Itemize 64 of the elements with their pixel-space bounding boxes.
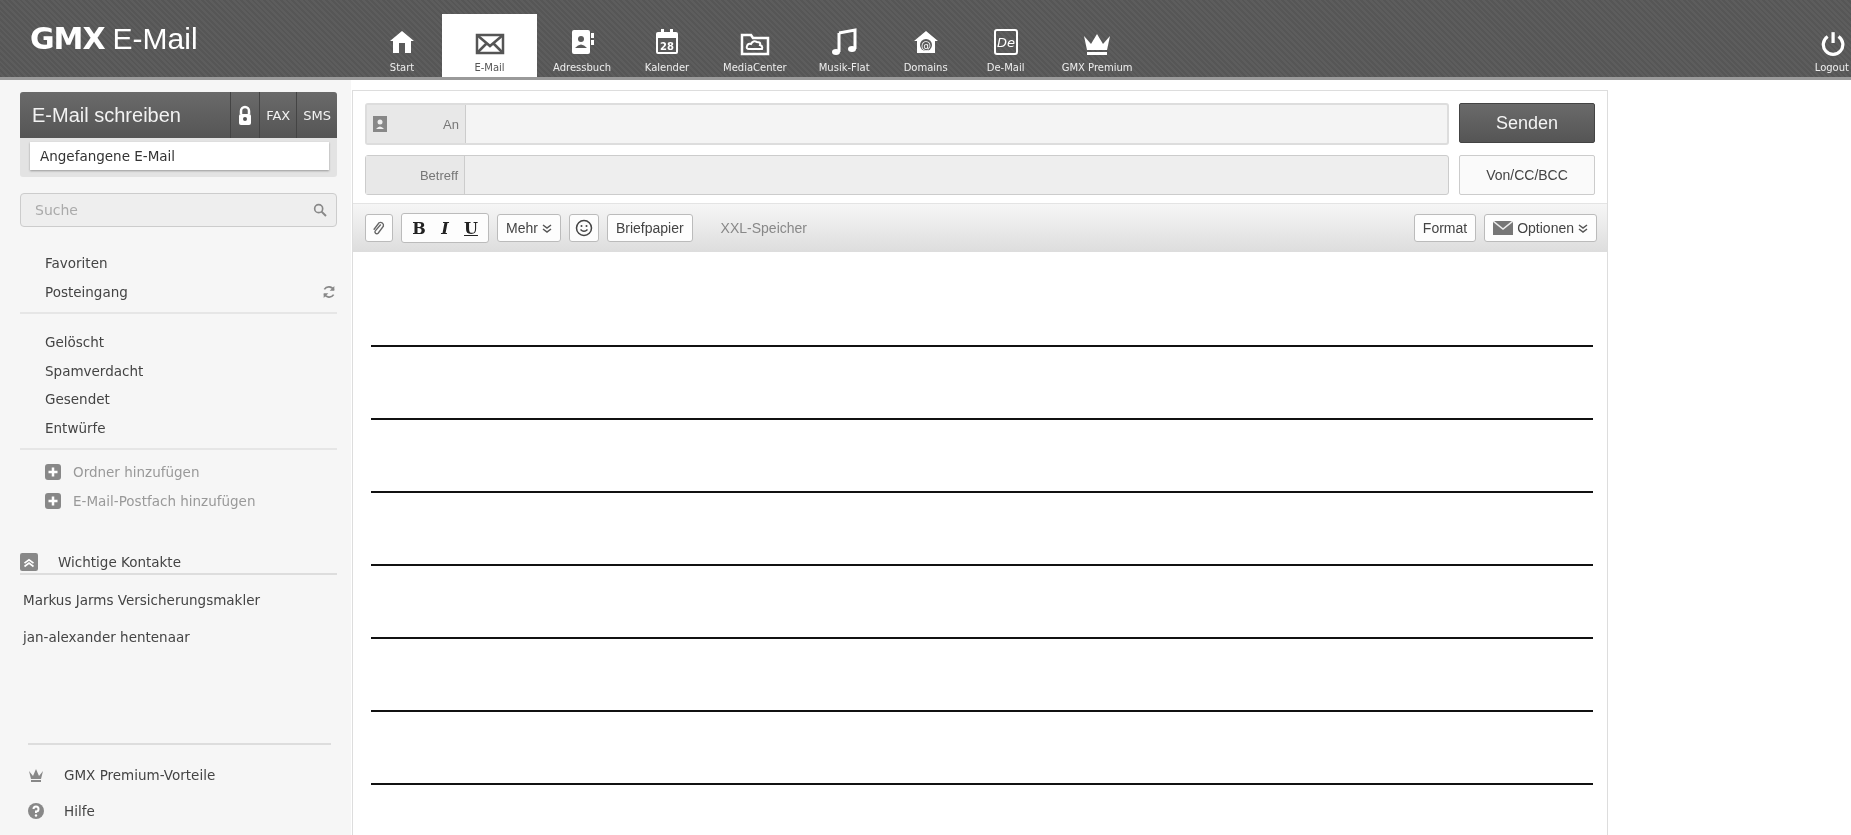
paperclip-icon [372, 220, 386, 236]
section-heading: Wichtige Kontakte [58, 554, 181, 570]
nav-tab[interactable]: MediaCenter [707, 14, 803, 77]
toolbar-button[interactable]: Briefpapier [606, 214, 693, 242]
plus-icon[interactable] [45, 464, 61, 481]
envelope-icon [1493, 221, 1514, 235]
crown-icon [28, 768, 44, 782]
folder-item[interactable]: Spamverdacht [45, 362, 144, 379]
logo-brand[interactable]: GMX [30, 21, 105, 56]
logout-button[interactable]: Logout [1814, 0, 1851, 77]
address-book-icon [569, 28, 595, 56]
cc-bcc-button[interactable]: Von/CC/BCC [1459, 155, 1595, 195]
nav-tab[interactable]: E-Mail [442, 14, 537, 77]
nav-tab[interactable]: Adressbuch [537, 14, 627, 77]
bold-button[interactable]: B [406, 218, 432, 238]
contact-item[interactable]: Markus Jarms Versicherungsmakler [23, 581, 337, 618]
contact-card-icon [373, 116, 387, 132]
more-dropdown[interactable]: Mehr [497, 214, 561, 242]
help-icon [28, 803, 44, 819]
folder-item[interactable]: Favoriten [45, 255, 108, 272]
search-input[interactable]: Suche [33, 201, 312, 219]
draft-menu-item[interactable]: Angefangene E-Mail [30, 142, 329, 170]
attach-button[interactable] [365, 214, 393, 242]
folder-item[interactable]: Posteingang [45, 283, 128, 300]
refresh-icon[interactable] [321, 283, 337, 300]
footer-link[interactable]: GMX Premium-Vorteile [64, 767, 216, 783]
collapse-icon[interactable] [20, 553, 38, 571]
search-icon[interactable] [312, 202, 328, 218]
folder-item[interactable]: Entwürfe [45, 419, 106, 436]
contact-item[interactable]: jan-alexander hentenaar [23, 618, 337, 655]
nav-tab[interactable]: Musik-Flat [802, 14, 886, 77]
nav-tab[interactable]: @ Domains [885, 14, 966, 77]
storage-note: XXL-Speicher [720, 220, 807, 236]
fax-button[interactable]: FAX [259, 92, 297, 138]
sms-button[interactable]: SMS [296, 92, 337, 138]
double-chevron-icon [1578, 223, 1588, 233]
smiley-icon [574, 219, 593, 237]
toolbar-button[interactable]: Format [1413, 214, 1477, 242]
field-label: Betreff [419, 167, 458, 183]
options-dropdown[interactable]: Optionen [1484, 214, 1597, 242]
folder-item[interactable]: Gelöscht [45, 334, 105, 351]
logo-product: E-Mail [112, 21, 198, 56]
double-chevron-icon [541, 223, 552, 233]
house-icon [388, 28, 416, 56]
recipient-field[interactable]: An [365, 103, 1449, 145]
nav-tab[interactable]: 28 Kalender [627, 14, 707, 77]
italic-button[interactable]: I [432, 218, 458, 238]
footer-link[interactable]: Hilfe [64, 803, 95, 819]
document-icon: De [991, 28, 1020, 56]
emoji-button[interactable] [568, 214, 599, 242]
underline-button[interactable]: U [458, 218, 484, 238]
music-note-icon [830, 28, 859, 56]
nav-tab[interactable]: Start [362, 14, 442, 77]
subject-field[interactable]: Betreff [365, 155, 1449, 195]
folder-item[interactable]: Gesendet [45, 391, 110, 408]
compose-button[interactable]: E-Mail schreiben [20, 92, 231, 138]
envelope-icon [474, 32, 505, 56]
plus-icon[interactable] [45, 492, 61, 509]
nav-tab[interactable]: De De-Mail [965, 14, 1046, 77]
padlock-icon [237, 104, 254, 126]
nav-tab[interactable]: GMX Premium [1045, 14, 1149, 77]
field-label: An [443, 116, 459, 132]
search-field[interactable]: Suche [20, 193, 337, 227]
send-button[interactable]: Senden [1459, 103, 1595, 143]
